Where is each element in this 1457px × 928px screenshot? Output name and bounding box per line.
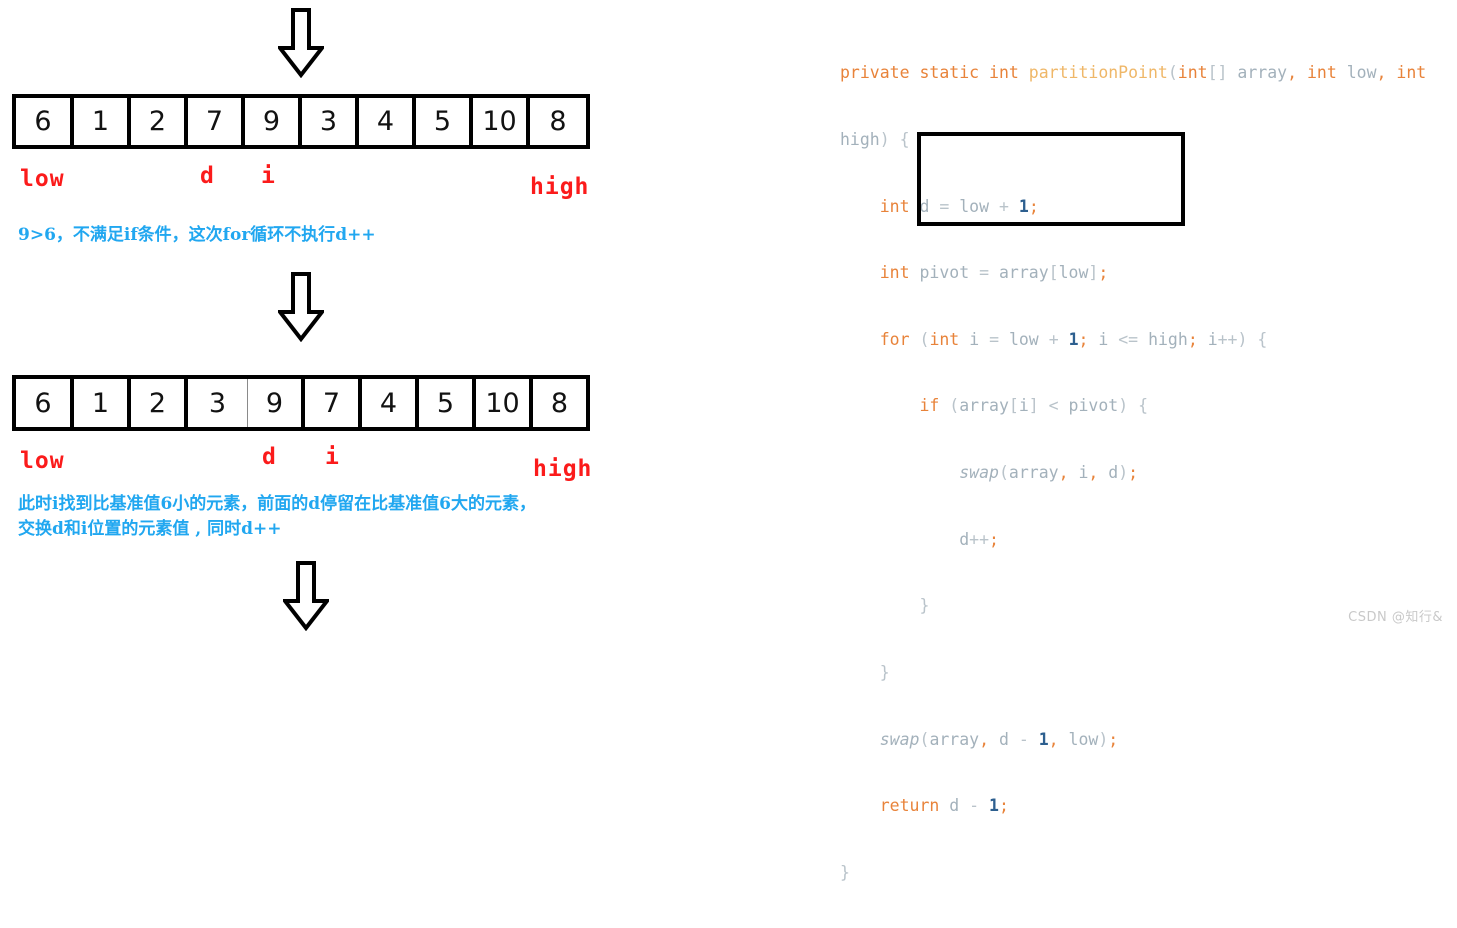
array-cell[interactable]: 7 — [305, 379, 362, 427]
code-block: private static int partitionPoint(int[] … — [840, 18, 1450, 928]
array-cell[interactable]: 3 — [302, 98, 359, 145]
code-line-3: int d = low + 1; — [879, 196, 1039, 216]
code-line-5: for (int i = low + 1; i <= high; i++) { — [879, 329, 1268, 349]
array-row-step-2: 6 1 2 3 9 7 4 5 10 8 — [12, 375, 590, 431]
code-line-8: d++; — [959, 529, 999, 549]
array-cell[interactable]: 5 — [419, 379, 476, 427]
arrow-bottom — [283, 561, 329, 631]
pointer-label-i-step-2: i — [325, 444, 340, 470]
array-cell[interactable]: 8 — [530, 98, 586, 145]
array-cell[interactable]: 5 — [416, 98, 473, 145]
pointer-label-high-step-2: high — [533, 456, 593, 482]
annotation-step-2-line-1: 此时i找到比基准值6小的元素，前面的d停留在比基准值6大的元素， — [18, 494, 537, 514]
array-cell[interactable]: 4 — [359, 98, 416, 145]
array-cell[interactable]: 2 — [131, 98, 188, 145]
array-cell[interactable]: 9 — [245, 98, 302, 145]
arrow-top — [278, 8, 324, 78]
array-cell[interactable]: 1 — [74, 379, 131, 427]
code-line-1: private static int partitionPoint(int[] … — [840, 63, 1427, 83]
array-cell[interactable]: 8 — [533, 379, 586, 427]
code-line-4: int pivot = array[low]; — [879, 263, 1109, 283]
annotation-step-1: 9>6，不满足if条件，这次for循环不执行d++ — [18, 225, 376, 245]
array-cell[interactable]: 9 — [248, 379, 305, 427]
watermark: CSDN @知行& — [1348, 610, 1443, 625]
pointer-label-i-step-1: i — [261, 163, 276, 189]
array-cell[interactable]: 6 — [16, 98, 74, 145]
array-cell[interactable]: 7 — [188, 98, 245, 145]
pointer-label-low-step-1: low — [20, 166, 65, 192]
array-cell[interactable]: 10 — [476, 379, 533, 427]
array-cell[interactable]: 2 — [131, 379, 188, 427]
array-cell[interactable]: 6 — [16, 379, 74, 427]
array-cell[interactable]: 1 — [74, 98, 131, 145]
code-line-11: swap(array, d - 1, low); — [879, 729, 1119, 749]
code-line-2: high) { — [840, 130, 910, 150]
pointer-label-d-step-2: d — [262, 444, 277, 470]
array-cell[interactable]: 10 — [473, 98, 530, 145]
code-line-6: if (array[i] < pivot) { — [919, 396, 1149, 416]
code-line-13: } — [840, 862, 850, 882]
code-line-10: } — [879, 662, 890, 682]
arrow-middle — [278, 272, 324, 342]
diagram-canvas: 6 1 2 7 9 3 4 5 10 8 low d i high 9>6，不满… — [0, 0, 1457, 882]
code-line-7: swap(array, i, d); — [959, 463, 1139, 483]
annotation-step-2-line-2: 交换d和i位置的元素值 , 同时d++ — [18, 519, 282, 539]
pointer-label-d-step-1: d — [200, 163, 215, 189]
code-line-12: return d - 1; — [879, 796, 1009, 816]
array-cell[interactable]: 4 — [362, 379, 419, 427]
pointer-label-low-step-2: low — [20, 448, 65, 474]
array-cell[interactable]: 3 — [188, 379, 248, 427]
pointer-label-high-step-1: high — [530, 174, 590, 200]
array-row-step-1: 6 1 2 7 9 3 4 5 10 8 — [12, 94, 590, 149]
